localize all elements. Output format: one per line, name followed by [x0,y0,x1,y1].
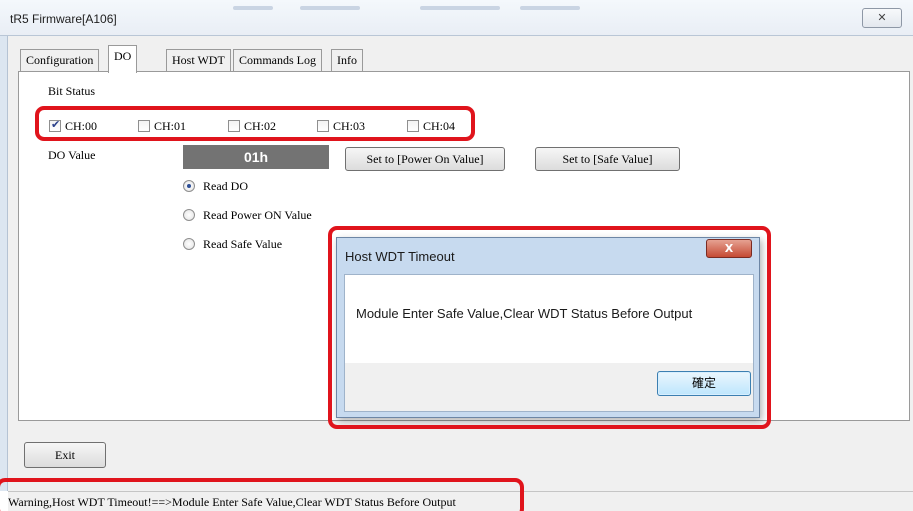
radio-label: Read Safe Value [203,237,283,251]
tab-commands-log[interactable]: Commands Log [233,49,322,71]
radio-label: Read DO [203,179,248,193]
exit-button[interactable]: Exit [24,442,106,468]
tab-label: Host WDT [172,53,225,67]
do-value-display: 01h [183,145,329,169]
radio-label: Read Power ON Value [203,208,312,222]
checkbox-icon [138,120,150,132]
set-safe-value-button[interactable]: Set to [Safe Value] [535,147,680,171]
radio-icon [183,180,195,192]
host-wdt-timeout-dialog: Host WDT Timeout X Module Enter Safe Val… [336,237,760,418]
radio-icon [183,209,195,221]
window-close-button[interactable]: ✕ [862,8,902,28]
checkbox-icon [407,120,419,132]
checkbox-icon [228,120,240,132]
window-titlebar: tR5 Firmware[A106] ✕ [0,0,913,36]
dialog-button-bar: 確定 [345,363,753,411]
checkbox-icon [317,120,329,132]
tab-info[interactable]: Info [331,49,363,71]
dialog-close-button[interactable]: X [706,239,752,258]
dialog-ok-button[interactable]: 確定 [657,371,751,396]
tab-label: Configuration [26,53,94,67]
close-icon: ✕ [877,12,887,24]
status-bar: Warning,Host WDT Timeout!==>Module Enter… [8,491,913,511]
titlebar-blur [520,6,580,10]
close-icon: X [724,242,734,255]
tab-label: DO [114,49,132,63]
window-title: tR5 Firmware[A106] [10,12,117,26]
tab-label: Commands Log [239,53,316,67]
checkbox-icon [49,118,61,132]
bit-status-label: Bit Status [48,84,96,98]
titlebar-blur [233,6,273,10]
checkbox-label: CH:02 [244,119,277,133]
checkbox-label: CH:01 [154,119,187,133]
status-text: Warning,Host WDT Timeout!==>Module Enter… [8,495,456,509]
dialog-body: Module Enter Safe Value,Clear WDT Status… [344,274,754,412]
tab-host-wdt[interactable]: Host WDT [166,49,231,71]
tab-label: Info [337,53,357,67]
radio-icon [183,238,195,250]
titlebar-blur [420,6,500,10]
do-value-label: DO Value [48,148,96,162]
tab-do[interactable]: DO [108,45,138,73]
checkbox-label: CH:00 [65,119,98,133]
tab-configuration[interactable]: Configuration [20,49,100,71]
checkbox-label: CH:04 [423,119,456,133]
titlebar-blur [300,6,360,10]
dialog-message: Module Enter Safe Value,Clear WDT Status… [356,306,693,321]
dialog-title: Host WDT Timeout [345,249,455,264]
set-power-on-value-button[interactable]: Set to [Power On Value] [345,147,505,171]
window-left-border [0,36,8,491]
checkbox-label: CH:03 [333,119,366,133]
